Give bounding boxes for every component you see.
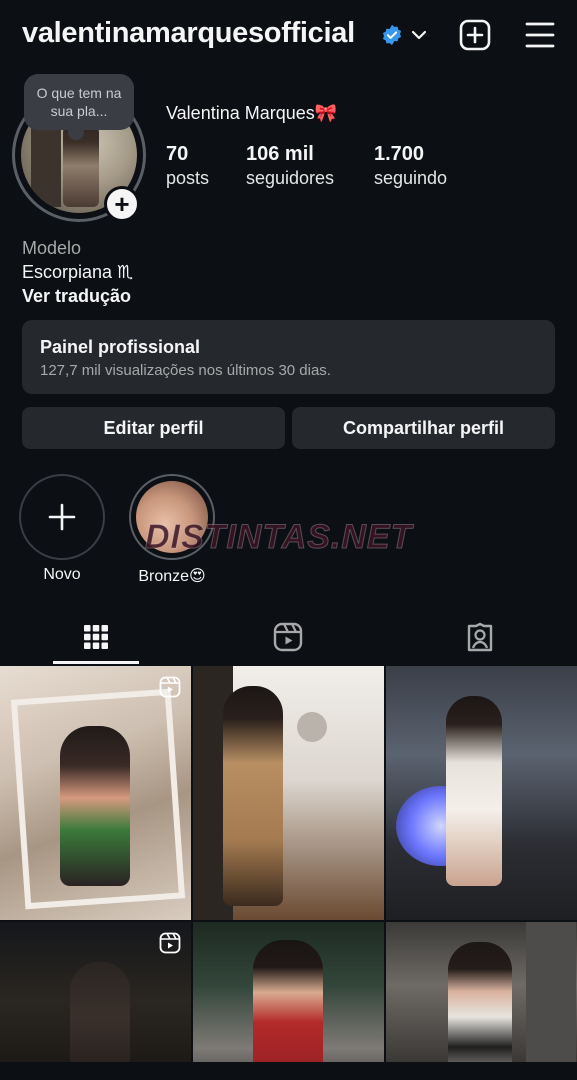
add-story-button[interactable]: + bbox=[104, 186, 140, 222]
grid-icon bbox=[84, 625, 108, 649]
post-2[interactable] bbox=[193, 666, 384, 920]
tagged-icon bbox=[467, 622, 493, 652]
professional-dashboard-title: Painel profissional bbox=[40, 337, 201, 357]
post-3[interactable] bbox=[386, 666, 577, 920]
reel-badge-icon bbox=[159, 932, 181, 954]
stat-following-value: 1.700 bbox=[374, 143, 425, 165]
tab-posts-grid[interactable] bbox=[0, 610, 192, 664]
see-translation-link[interactable]: Ver tradução bbox=[22, 284, 133, 308]
stat-posts-label: posts bbox=[166, 168, 210, 188]
bio-line: Escorpiana ♏ bbox=[22, 262, 134, 282]
verified-badge-icon bbox=[382, 24, 402, 46]
profile-category: Modelo bbox=[22, 238, 82, 258]
stat-followers[interactable]: 106 mil seguidores bbox=[246, 143, 334, 189]
post-6[interactable] bbox=[386, 922, 577, 1080]
highlight-new-circle[interactable] bbox=[19, 474, 105, 560]
add-post-icon[interactable] bbox=[459, 19, 491, 51]
posts-grid bbox=[0, 666, 577, 1080]
profile-full-name: Valentina Marques🎀 bbox=[166, 103, 338, 123]
tab-tagged[interactable] bbox=[384, 610, 576, 664]
profile-tabs bbox=[0, 610, 577, 664]
share-profile-button[interactable]: Compartilhar perfil bbox=[292, 407, 555, 449]
stat-following-label: seguindo bbox=[374, 168, 448, 188]
stat-followers-value: 106 mil bbox=[246, 143, 314, 165]
tab-reels[interactable] bbox=[192, 610, 384, 664]
plus-icon bbox=[48, 503, 76, 531]
stat-following[interactable]: 1.700 seguindo bbox=[374, 143, 447, 189]
stat-followers-label: seguidores bbox=[246, 168, 335, 188]
watermark: DISTINTAS.NET bbox=[144, 518, 413, 557]
bottom-nav-bar bbox=[0, 1062, 577, 1080]
highlight-new[interactable]: Novo bbox=[19, 474, 105, 584]
reels-icon bbox=[273, 622, 303, 652]
professional-dashboard[interactable]: Painel profissional 127,7 mil visualizaç… bbox=[22, 320, 555, 394]
chevron-down-icon[interactable] bbox=[409, 25, 429, 45]
stat-posts-value: 70 bbox=[166, 143, 189, 165]
professional-dashboard-subtitle: 127,7 mil visualizações nos últimos 30 d… bbox=[40, 362, 331, 379]
menu-icon[interactable] bbox=[524, 20, 556, 50]
highlight-bronze-label: Bronze😍 bbox=[138, 568, 206, 585]
post-4[interactable] bbox=[0, 922, 191, 1080]
reel-badge-icon bbox=[159, 676, 181, 698]
top-bar: valentinamarquesofficial bbox=[0, 0, 577, 72]
post-1[interactable] bbox=[0, 666, 191, 920]
active-tab-indicator bbox=[53, 661, 139, 664]
stat-posts[interactable]: 70 posts bbox=[166, 143, 209, 189]
profile-username[interactable]: valentinamarquesofficial bbox=[22, 17, 355, 50]
highlight-new-label: Novo bbox=[43, 566, 81, 583]
post-5[interactable] bbox=[193, 922, 384, 1080]
edit-profile-button[interactable]: Editar perfil bbox=[22, 407, 285, 449]
note-bubble[interactable]: O que tem na sua pla... bbox=[24, 74, 134, 140]
profile-bio: Modelo Escorpiana ♏ Ver tradução bbox=[22, 236, 133, 308]
